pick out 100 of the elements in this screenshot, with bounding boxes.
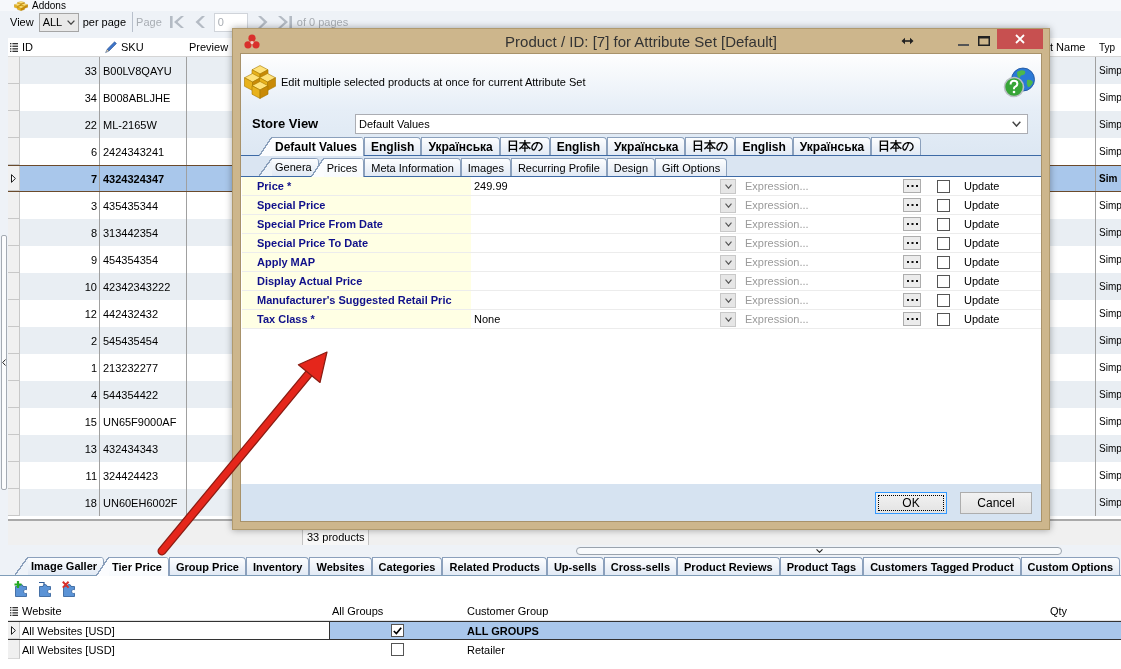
all-groups-checkbox[interactable]: [391, 624, 404, 637]
product-tab[interactable]: Tier Price: [96, 557, 169, 576]
value-field[interactable]: 249.99: [471, 177, 718, 195]
column-header[interactable]: ID: [20, 38, 100, 56]
column-header[interactable]: All Groups: [330, 605, 465, 617]
ellipsis-button[interactable]: [903, 198, 921, 212]
splitter-handle[interactable]: [576, 546, 1062, 555]
section-tab[interactable]: Meta Information: [364, 158, 461, 176]
section-tab[interactable]: Gift Options: [655, 158, 728, 176]
cubes-icon: [244, 65, 276, 99]
ellipsis-button[interactable]: [903, 312, 921, 326]
product-tab[interactable]: Group Price: [169, 557, 246, 575]
chevron-down-icon: [724, 183, 732, 189]
dropdown-button[interactable]: [720, 292, 736, 308]
ellipsis-button[interactable]: [903, 217, 921, 231]
update-label: Update: [963, 198, 1001, 213]
product-id: 7: [20, 166, 100, 191]
update-checkbox[interactable]: [937, 198, 950, 212]
store-view-tab[interactable]: 日本の: [499, 137, 550, 155]
section-tab[interactable]: Design: [606, 158, 656, 176]
store-view-tab[interactable]: Українська: [421, 137, 500, 155]
ellipsis-button[interactable]: [903, 236, 921, 250]
collapse-handle[interactable]: [1, 235, 7, 490]
update-checkbox[interactable]: [937, 236, 950, 250]
product-type: Simp: [1098, 253, 1121, 267]
dropdown-button[interactable]: [720, 311, 736, 327]
value-field[interactable]: None: [471, 310, 718, 328]
update-label: Update: [963, 293, 1001, 308]
dropdown-button[interactable]: [720, 235, 736, 251]
store-view-tab[interactable]: Українська: [792, 137, 872, 155]
dropdown-button[interactable]: [720, 254, 736, 270]
product-type: Simp: [1098, 307, 1121, 321]
attribute-label: Manufacturer's Suggested Retail Pric: [242, 291, 471, 309]
product-type: Simp: [1098, 469, 1121, 483]
product-tab[interactable]: Product Tags: [779, 557, 864, 575]
dialog-button[interactable]: OK: [875, 491, 947, 514]
product-tab[interactable]: Inventory: [245, 557, 310, 575]
ellipsis-button[interactable]: [903, 274, 921, 288]
store-view-tab[interactable]: 日本の: [871, 137, 922, 155]
update-checkbox[interactable]: [937, 293, 950, 307]
dialog-button[interactable]: Cancel: [960, 491, 1032, 514]
puzzle-cross-icon[interactable]: [62, 581, 78, 597]
product-tab[interactable]: Cross-sells: [603, 557, 677, 575]
store-view-tab[interactable]: Default Values: [259, 137, 365, 156]
dropdown-button[interactable]: [720, 216, 736, 232]
row-header[interactable]: [8, 622, 20, 639]
update-checkbox[interactable]: [937, 179, 950, 193]
puzzle-icon[interactable]: [38, 581, 54, 597]
product-tab[interactable]: Up-sells: [546, 557, 604, 575]
maximize-icon[interactable]: [978, 36, 990, 46]
all-groups-checkbox[interactable]: [391, 643, 404, 656]
store-view-tab[interactable]: English: [549, 137, 608, 155]
product-tab[interactable]: Related Products: [442, 557, 547, 575]
store-view-select[interactable]: Default Values: [355, 113, 1028, 134]
chevron-left-icon: [2, 359, 6, 366]
product-tab[interactable]: Product Reviews: [677, 557, 780, 575]
tier-price-row[interactable]: All Websites [USD] ALL GROUPS: [8, 621, 1121, 640]
customer-group-value: ALL GROUPS: [466, 623, 540, 639]
store-view-tab[interactable]: English: [364, 137, 422, 155]
product-tab[interactable]: Categories: [371, 557, 443, 575]
product-tab[interactable]: Custom Options: [1020, 557, 1121, 575]
store-view-tab[interactable]: English: [735, 137, 793, 155]
column-header[interactable]: SKU: [121, 41, 144, 53]
product-tab[interactable]: Websites: [309, 557, 372, 575]
attribute-label: Price *: [242, 177, 471, 195]
update-checkbox[interactable]: [937, 312, 950, 326]
store-view-tab[interactable]: 日本の: [685, 137, 736, 155]
puzzle-plus-icon[interactable]: [14, 581, 30, 597]
update-checkbox[interactable]: [937, 255, 950, 269]
ellipsis-button[interactable]: [903, 255, 921, 269]
update-label: Update: [963, 255, 1001, 270]
tier-price-row[interactable]: All Websites [USD] Retailer: [8, 640, 1121, 659]
update-label: Update: [963, 312, 1001, 327]
column-header[interactable]: Qty: [1048, 605, 1121, 617]
page-size-select[interactable]: ALL: [38, 12, 79, 32]
product-tab[interactable]: Customers Tagged Product: [863, 557, 1021, 575]
resize-arrows-icon[interactable]: [901, 37, 914, 45]
product-type: Simp: [1098, 64, 1121, 78]
dropdown-button[interactable]: [720, 273, 736, 289]
close-button[interactable]: [997, 29, 1043, 49]
chevron-down-icon: [724, 316, 732, 322]
row-header[interactable]: [8, 166, 20, 191]
dropdown-button[interactable]: [720, 178, 736, 194]
help-globe-icon[interactable]: [1003, 66, 1035, 98]
page-label: Page: [136, 15, 162, 29]
section-tab[interactable]: Recurring Profile: [510, 158, 607, 176]
ellipsis-button[interactable]: [903, 179, 921, 193]
update-label: Update: [963, 236, 1001, 251]
ellipsis-button[interactable]: [903, 293, 921, 307]
section-tab[interactable]: Images: [460, 158, 511, 176]
column-header[interactable]: t Name: [1046, 38, 1096, 56]
attribute-label: Special Price From Date: [242, 215, 471, 233]
column-header[interactable]: Typ: [1096, 38, 1121, 56]
update-checkbox[interactable]: [937, 274, 950, 288]
update-checkbox[interactable]: [937, 217, 950, 231]
dropdown-button[interactable]: [720, 197, 736, 213]
column-header[interactable]: Preview: [187, 38, 232, 56]
store-view-tab[interactable]: Українська: [607, 137, 686, 155]
column-header[interactable]: Customer Group: [465, 605, 1048, 617]
column-header[interactable]: Website: [20, 605, 330, 617]
